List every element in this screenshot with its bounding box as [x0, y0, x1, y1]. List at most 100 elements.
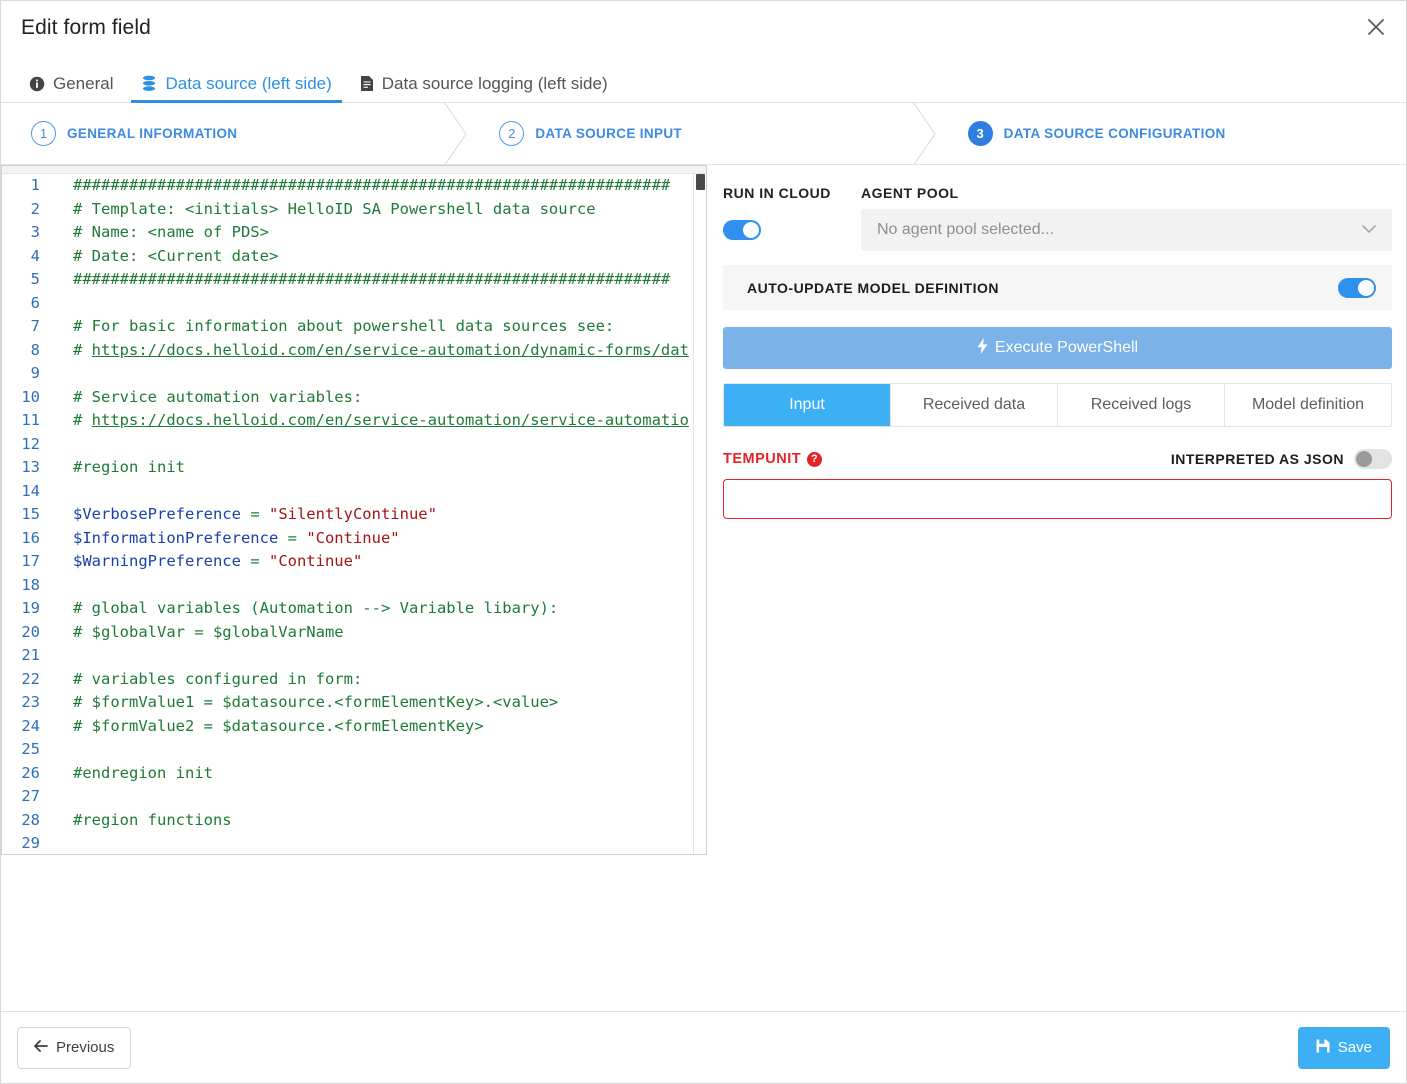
code-line-text: $InformationPreference = "Continue" — [73, 528, 400, 547]
step-general-information[interactable]: 1 GENERAL INFORMATION — [1, 103, 469, 165]
step-number: 1 — [31, 121, 56, 146]
scrollbar-thumb[interactable] — [696, 174, 705, 190]
toggle-knob — [1358, 279, 1374, 296]
code-line-text: #endregion init — [73, 763, 213, 782]
lightning-icon — [977, 337, 988, 359]
code-line-number: 16 — [21, 528, 40, 547]
previous-label: Previous — [56, 1039, 115, 1056]
step-chevron-icon — [909, 103, 939, 165]
chevron-down-icon — [1362, 221, 1376, 239]
code-line-text: # $globalVar = $globalVarName — [73, 622, 344, 641]
code-line-text: # variables configured in form: — [73, 669, 363, 688]
code-line: 16 $InformationPreference = "Continue" — [2, 527, 706, 551]
tempunit-label: TEMPUNIT — [723, 451, 802, 467]
tab-data-source-logging[interactable]: Data source logging (left side) — [346, 75, 622, 102]
code-line-number: 11 — [21, 411, 40, 429]
result-subtabs: Input Received data Received logs Model … — [723, 383, 1392, 427]
powershell-code-editor[interactable]: 1 #######################################… — [1, 165, 707, 855]
code-line-number: 25 — [21, 740, 40, 758]
interpreted-as-json-group: INTERPRETED AS JSON — [1171, 449, 1392, 469]
code-line-number: 27 — [21, 787, 40, 805]
dialog-footer: Previous Save — [1, 1011, 1406, 1083]
code-line: 14 — [2, 480, 706, 504]
document-icon — [360, 75, 374, 92]
step-number: 2 — [499, 121, 525, 146]
code-line: 22 # variables configured in form: — [2, 668, 706, 692]
code-line-number: 21 — [21, 646, 40, 664]
code-line-number: 7 — [30, 317, 40, 335]
editor-vertical-scrollbar[interactable] — [693, 174, 706, 854]
tempunit-field-header: TEMPUNIT ? INTERPRETED AS JSON — [723, 449, 1392, 469]
interpreted-as-json-toggle[interactable] — [1354, 449, 1392, 469]
code-line-number: 19 — [21, 599, 40, 617]
code-line: 12 — [2, 433, 706, 457]
step-label: GENERAL INFORMATION — [67, 126, 238, 141]
run-in-cloud-toggle[interactable] — [723, 220, 761, 240]
panel-control-row: No agent pool selected... — [723, 209, 1392, 251]
code-line-number: 23 — [21, 693, 40, 711]
code-line-text: # $formValue2 = $datasource.<formElement… — [73, 716, 484, 735]
code-line: 6 — [2, 292, 706, 316]
code-line-text — [50, 785, 73, 809]
agent-pool-label: AGENT POOL — [861, 185, 959, 201]
code-line: 9 — [2, 362, 706, 386]
toggle-knob — [1356, 451, 1372, 467]
code-line-number: 9 — [30, 364, 40, 382]
code-lines[interactable]: 1 #######################################… — [2, 174, 706, 854]
subtab-model-definition[interactable]: Model definition — [1225, 384, 1391, 426]
code-line-number: 28 — [21, 810, 40, 829]
code-line-text: ########################################… — [73, 270, 671, 288]
code-line-text: # Name: <name of PDS> — [73, 223, 269, 241]
code-line: 20 # $globalVar = $globalVarName — [2, 621, 706, 645]
tempunit-input[interactable] — [723, 479, 1392, 519]
code-line-text — [50, 832, 73, 854]
code-line-number: 12 — [21, 434, 40, 453]
step-data-source-input[interactable]: 2 DATA SOURCE INPUT — [469, 103, 939, 165]
agent-pool-select[interactable]: No agent pool selected... — [861, 209, 1392, 251]
save-button[interactable]: Save — [1297, 1026, 1390, 1069]
code-line-text: #region init — [73, 458, 185, 476]
code-line-text — [50, 738, 73, 762]
subtab-input[interactable]: Input — [724, 384, 891, 426]
dialog-body: 1 #######################################… — [1, 165, 1406, 1011]
code-line-text — [50, 292, 73, 316]
code-line-text — [50, 480, 73, 504]
code-line-number: 1 — [30, 176, 40, 194]
database-icon — [141, 75, 157, 92]
step-label: DATA SOURCE INPUT — [535, 126, 683, 141]
code-line: 27 — [2, 785, 706, 809]
code-line-text: # https://docs.helloid.com/en/service-au… — [73, 340, 689, 359]
code-line-text: # Template: <initials> HelloID SA Powers… — [73, 199, 596, 218]
code-line: 21 — [2, 644, 706, 668]
code-line-number: 5 — [30, 270, 40, 288]
question-mark-icon[interactable]: ? — [807, 451, 823, 467]
auto-update-toggle[interactable] — [1338, 277, 1376, 298]
code-line-text: $WarningPreference = "Continue" — [73, 552, 363, 570]
code-line-text: $VerbosePreference = "SilentlyContinue" — [73, 505, 437, 523]
code-line: 5 #######################################… — [2, 268, 706, 292]
tab-data-source-logging-label: Data source logging (left side) — [381, 74, 608, 93]
code-line: 3 # Name: <name of PDS> — [2, 221, 706, 245]
subtab-received-logs[interactable]: Received logs — [1058, 384, 1225, 426]
code-line-number: 14 — [21, 481, 40, 500]
tab-data-source[interactable]: Data source (left side) — [127, 75, 345, 103]
previous-button[interactable]: Previous — [17, 1026, 132, 1069]
code-line: 26 #endregion init — [2, 762, 706, 786]
subtab-received-data[interactable]: Received data — [891, 384, 1058, 426]
execute-powershell-button[interactable]: Execute PowerShell — [723, 327, 1392, 369]
code-line-text: # global variables (Automation --> Varia… — [73, 599, 559, 617]
execute-powershell-label: Execute PowerShell — [994, 339, 1139, 356]
step-data-source-configuration[interactable]: 3 DATA SOURCE CONFIGURATION — [938, 103, 1406, 164]
close-icon[interactable] — [1358, 9, 1394, 45]
auto-update-label: AUTO-UPDATE MODEL DEFINITION — [747, 279, 999, 296]
auto-update-model-definition-row: AUTO-UPDATE MODEL DEFINITION — [723, 265, 1392, 310]
code-line-number: 22 — [21, 669, 40, 688]
code-line-number: 8 — [30, 340, 40, 359]
code-line: 11 # https://docs.helloid.com/en/service-… — [2, 409, 706, 433]
code-line: 28 #region functions — [2, 809, 706, 833]
run-in-cloud-toggle-cell — [723, 220, 861, 240]
tab-general[interactable]: General — [15, 75, 127, 102]
floppy-disk-icon — [1316, 1039, 1330, 1057]
tab-general-label: General — [53, 74, 114, 93]
wizard-stepper: 1 GENERAL INFORMATION 2 DATA SOURCE INPU… — [1, 103, 1406, 165]
